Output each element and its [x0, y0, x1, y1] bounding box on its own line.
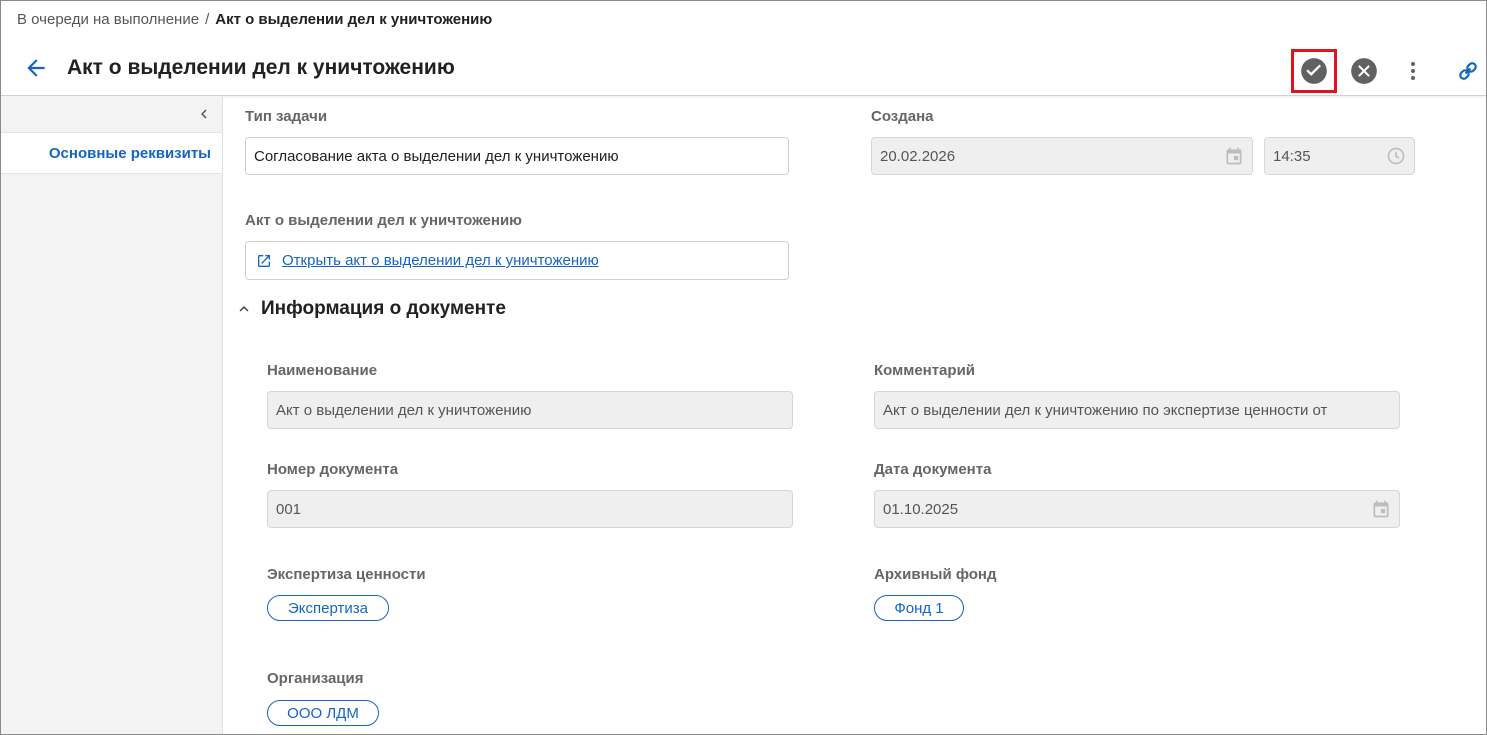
more-options-button[interactable]	[1390, 49, 1436, 93]
doc-info-section-toggle[interactable]: Информация о документе	[235, 298, 506, 320]
doc-date-value: 01.10.2025	[883, 500, 959, 518]
doc-name-label: Наименование	[267, 362, 378, 379]
more-vertical-icon	[1411, 62, 1415, 80]
organization-label: Организация	[267, 670, 364, 687]
close-circle-icon	[1351, 58, 1377, 84]
doc-date-label: Дата документа	[874, 461, 992, 478]
doc-info-section-title: Информация о документе	[261, 298, 506, 319]
arrow-left-icon	[27, 59, 45, 77]
back-button[interactable]	[23, 55, 49, 81]
app-window: В очереди на выполнение / Акт о выделении …	[0, 0, 1487, 735]
page-title: Акт о выделении дел к уничтожению	[67, 56, 455, 79]
doc-date-field: 01.10.2025	[874, 490, 1400, 528]
page-header: Акт о выделении дел к уничтожению	[1, 41, 1486, 96]
expertise-chip[interactable]: Экспертиза	[267, 595, 389, 621]
copy-link-button[interactable]	[1445, 49, 1486, 93]
check-circle-icon	[1301, 58, 1327, 84]
comment-label: Комментарий	[874, 362, 976, 379]
created-time-value: 14:35	[1273, 147, 1311, 165]
created-date-field: 20.02.2026	[871, 137, 1253, 175]
doc-name-field: Акт о выделении дел к уничтожению	[267, 391, 793, 429]
sidebar-item-label: Основные реквизиты	[48, 145, 211, 162]
chevron-left-icon	[201, 109, 207, 119]
doc-number-field: 001	[267, 490, 793, 528]
sidebar-item-main-details[interactable]: Основные реквизиты	[1, 132, 222, 174]
open-in-new-icon	[258, 254, 270, 267]
calendar-icon	[1373, 500, 1389, 518]
doc-number-value: 001	[276, 500, 302, 518]
task-type-label: Тип задачи	[245, 108, 328, 125]
breadcrumb-separator: /	[205, 11, 210, 28]
task-type-field[interactable]: Согласование акта о выделении дел к унич…	[245, 137, 789, 175]
expertise-label: Экспертиза ценности	[267, 566, 426, 583]
act-link-field: Открыть акт о выделении дел к уничтожени…	[245, 241, 789, 280]
doc-name-value: Акт о выделении дел к уничтожению	[276, 401, 532, 419]
archive-fund-label: Архивный фонд	[874, 566, 997, 583]
organization-chip[interactable]: ООО ЛДМ	[267, 700, 379, 726]
breadcrumb: В очереди на выполнение / Акт о выделении …	[17, 11, 492, 28]
calendar-icon	[1226, 147, 1242, 165]
link-icon	[1459, 62, 1477, 80]
open-act-link[interactable]: Открыть акт о выделении дел к уничтожени…	[282, 252, 599, 269]
act-label: Акт о выделении дел к уничтожению	[245, 212, 522, 229]
comment-value: Акт о выделении дел к уничтожению по экс…	[883, 401, 1328, 419]
task-type-value: Согласование акта о выделении дел к унич…	[254, 147, 619, 165]
collapse-sidebar-button[interactable]	[195, 105, 213, 123]
comment-field: Акт о выделении дел к уничтожению по экс…	[874, 391, 1400, 429]
reject-button[interactable]	[1341, 49, 1387, 93]
doc-number-label: Номер документа	[267, 461, 399, 478]
chevron-up-icon	[239, 306, 249, 312]
breadcrumb-current: Акт о выделении дел к уничтожению	[215, 11, 493, 28]
approve-button[interactable]	[1291, 49, 1337, 93]
sidebar: Основные реквизиты	[1, 96, 223, 734]
clock-icon	[1387, 147, 1405, 165]
created-label: Создана	[871, 108, 934, 125]
created-time-field: 14:35	[1264, 137, 1415, 175]
created-date-value: 20.02.2026	[880, 147, 956, 165]
breadcrumb-parent[interactable]: В очереди на выполнение	[17, 11, 199, 28]
archive-fund-chip[interactable]: Фонд 1	[874, 595, 964, 621]
